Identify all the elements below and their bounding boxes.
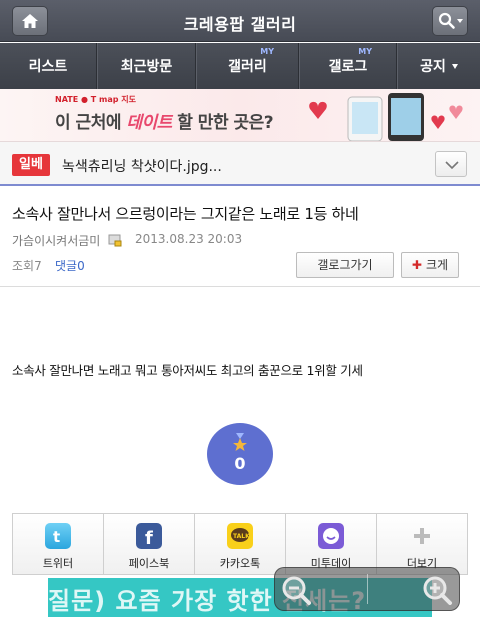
tab-gallog[interactable]: MY 갤로그	[299, 43, 397, 89]
share-bar: t 트위터 f 페이스북 TALK 카카오톡 미투데이 더보기	[12, 513, 468, 575]
me2day-icon	[318, 523, 344, 549]
my-badge: MY	[358, 47, 372, 56]
post-body: 소속사 잘만나면 노래고 뭐고 통아저씨도 최고의 춤꾼으로 1위할 기세	[12, 363, 363, 378]
post-title: 소속사 잘만나서 으르렁이라는 그지같은 노래로 1등 하네	[12, 205, 359, 223]
ad-text: 이 근처에 데이트 할 만한 곳은?	[55, 108, 274, 133]
tab-notice[interactable]: 공지	[397, 43, 480, 89]
post-header: 소속사 잘만나서 으르렁이라는 그지같은 노래로 1등 하네 가슴이시켜서금미 …	[0, 188, 480, 287]
recommend-button[interactable]: 0	[207, 423, 273, 485]
share-twitter-button[interactable]: t 트위터	[13, 514, 104, 574]
zoom-out-icon	[282, 576, 311, 605]
tab-label: 공지	[420, 59, 446, 75]
share-label: 트위터	[42, 557, 74, 570]
tab-label: 리스트	[28, 59, 68, 75]
chevron-down-icon	[457, 19, 463, 23]
app-title: 크레용팝 갤러리	[183, 15, 297, 34]
enlarge-button[interactable]: ✚ 크게	[401, 252, 459, 278]
tab-gallery[interactable]: MY 갤러리	[196, 43, 299, 89]
share-facebook-button[interactable]: f 페이스북	[104, 514, 195, 574]
post-date: 2013.08.23 20:03	[135, 232, 243, 246]
ad-text-suffix: 할 만한 곳은?	[171, 113, 274, 133]
zoom-out-button[interactable]	[275, 568, 367, 610]
attachment-title: 녹색츄리닝 착샷이다.jpg...	[62, 159, 222, 175]
kakaotalk-icon: TALK	[227, 523, 253, 549]
ad-text-prefix: 이 근처에	[55, 113, 127, 133]
search-button[interactable]	[432, 6, 468, 36]
subject-row: 일베 녹색츄리닝 착샷이다.jpg...	[0, 142, 480, 186]
dropdown-arrow-icon	[451, 63, 458, 69]
ad-brand: NATE ● T map 지도	[55, 95, 136, 104]
author-name[interactable]: 가슴이시켜서금미	[12, 232, 100, 249]
top-bar: 크레용팝 갤러리	[0, 0, 480, 42]
share-label: 페이스북	[128, 557, 170, 570]
share-label: 카카오톡	[219, 557, 261, 570]
zoom-control	[274, 567, 460, 611]
ad-illustration	[309, 93, 463, 141]
medal-icon	[233, 433, 247, 451]
enlarge-label: 크게	[425, 258, 449, 272]
share-me2day-button[interactable]: 미투데이	[286, 514, 377, 574]
ad-text-highlight: 데이트	[126, 113, 172, 133]
gallog-lock-icon	[108, 234, 122, 247]
more-icon	[409, 523, 435, 549]
comment-count[interactable]: 댓글0	[55, 257, 85, 274]
nav-tabs: 리스트 최근방문 MY 갤러리 MY 갤로그 공지	[0, 43, 480, 89]
plus-icon: ✚	[411, 258, 422, 272]
gallog-button[interactable]: 갤로그가기	[296, 252, 394, 278]
svg-text:f: f	[145, 528, 153, 549]
svg-text:TALK: TALK	[233, 533, 250, 540]
view-count: 조회7	[12, 259, 42, 273]
tab-label: 최근방문	[120, 59, 173, 75]
tab-list[interactable]: 리스트	[0, 43, 97, 89]
twitter-icon: t	[45, 523, 71, 549]
search-icon	[438, 12, 455, 29]
tab-label: 갤러리	[228, 59, 267, 75]
zoom-in-icon	[423, 576, 452, 605]
recommend-count: 0	[234, 454, 246, 473]
banner-ad[interactable]: NATE ● T map 지도 이 근처에 데이트 할 만한 곳은?	[0, 89, 480, 142]
facebook-icon: f	[136, 523, 162, 549]
share-more-button[interactable]: 더보기	[377, 514, 467, 574]
expand-button[interactable]	[435, 151, 467, 177]
share-kakaotalk-button[interactable]: TALK 카카오톡	[195, 514, 286, 574]
chevron-down-icon	[445, 161, 459, 170]
tab-recent[interactable]: 최근방문	[97, 43, 196, 89]
zoom-in-button[interactable]	[368, 568, 460, 610]
my-badge: MY	[260, 47, 274, 56]
svg-text:t: t	[53, 528, 60, 546]
tab-label: 갤로그	[328, 59, 368, 75]
category-badge: 일베	[12, 154, 50, 176]
